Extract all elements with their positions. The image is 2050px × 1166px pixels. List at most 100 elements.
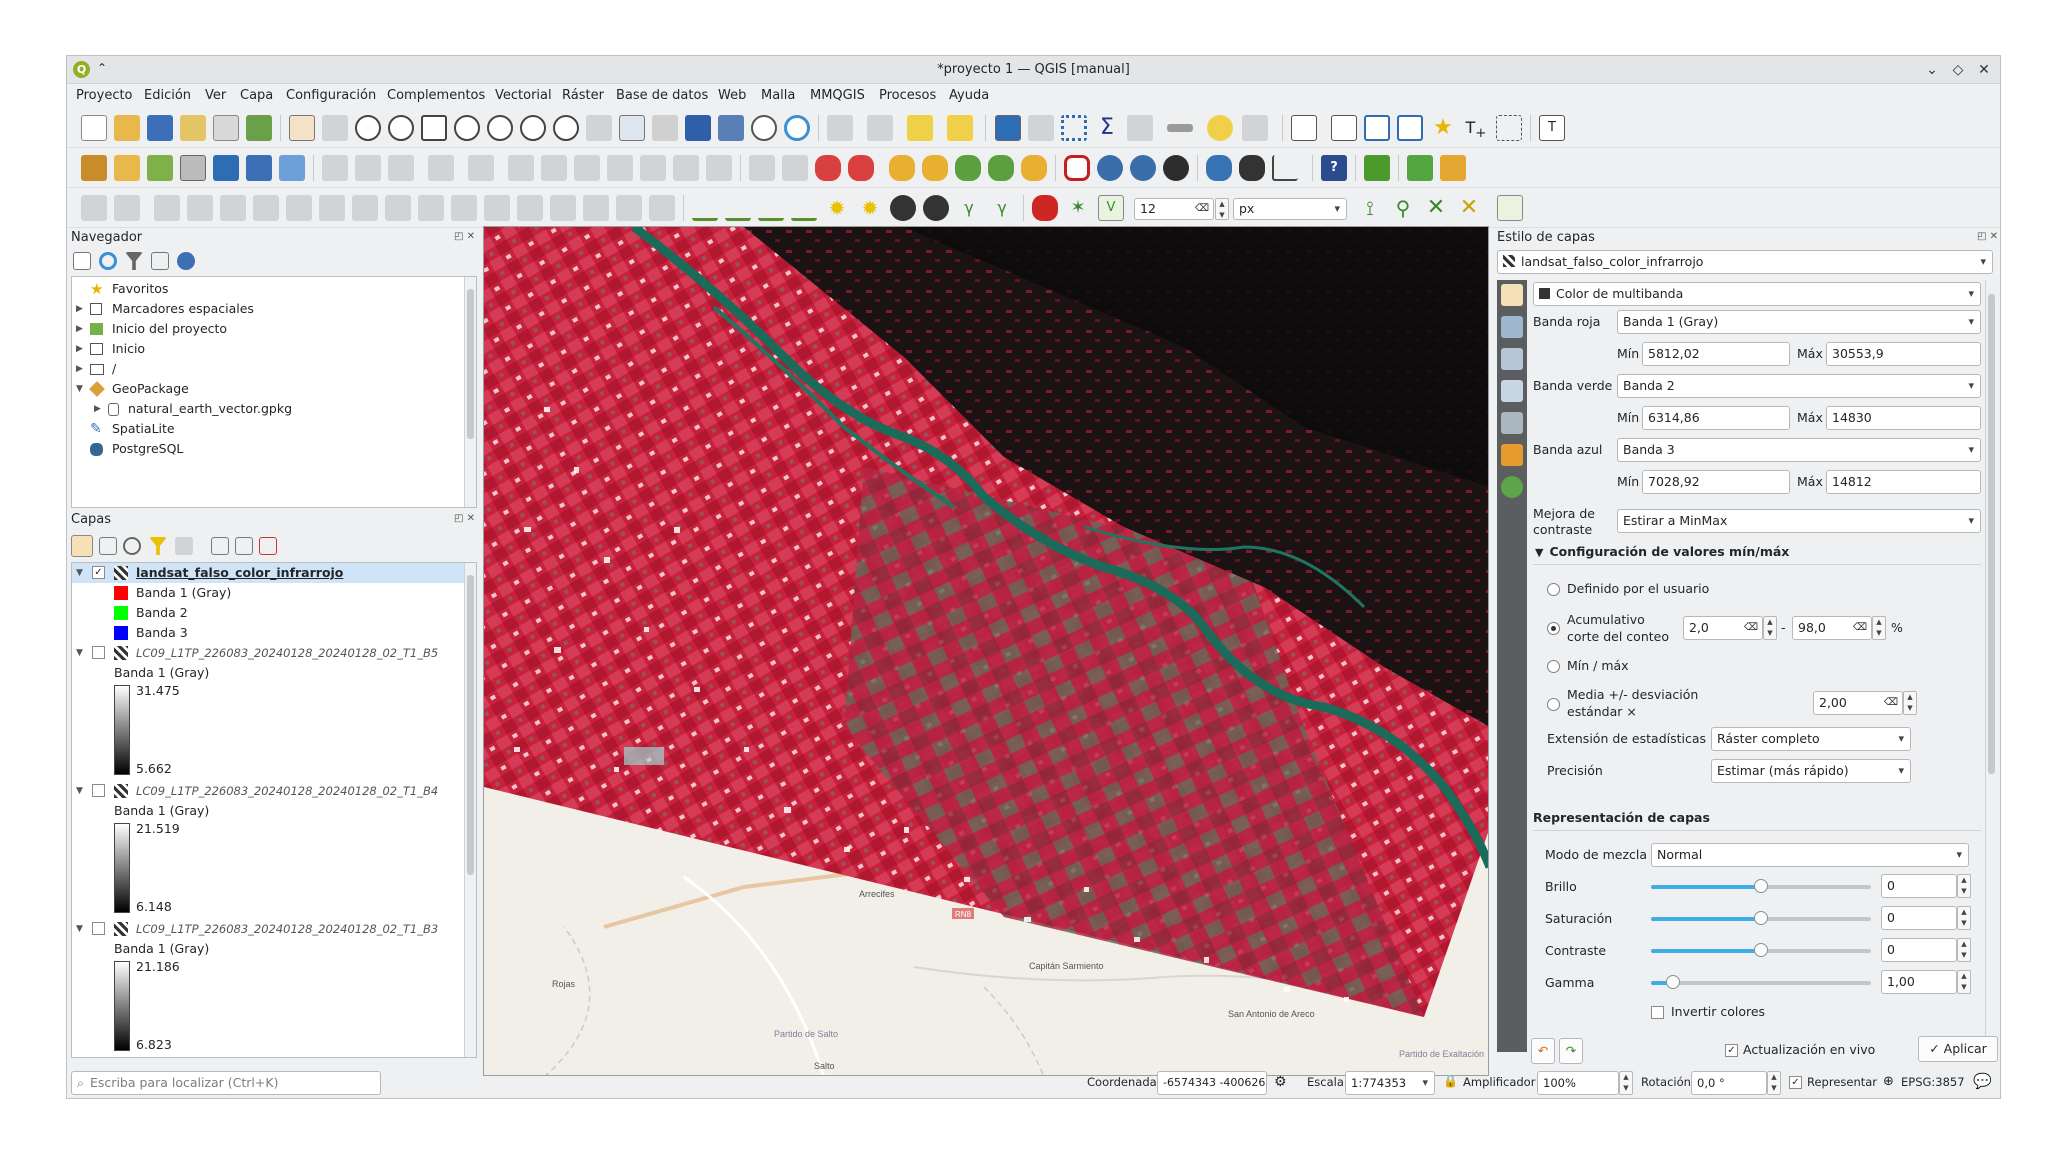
cumulative-high-input[interactable]: 98,0 ⌫	[1792, 616, 1872, 640]
topological-editing-icon[interactable]: ⟟	[1357, 195, 1383, 221]
zoom-in-icon[interactable]	[355, 115, 381, 141]
layer-row-b4[interactable]: ▼ LC09_L1TP_226083_20240128_20240128_02_T…	[72, 781, 464, 801]
close-button[interactable]: ✕	[1974, 60, 1994, 80]
red-min-input[interactable]: 5812,02	[1642, 342, 1790, 366]
reshape-features-icon[interactable]	[385, 195, 411, 221]
show-bookmarks-icon[interactable]	[718, 115, 744, 141]
menu-ver[interactable]: Ver	[205, 88, 226, 103]
saturation-input[interactable]: 0	[1881, 906, 1957, 930]
dock-float-close-icon[interactable]: ◰ ✕	[454, 231, 475, 242]
diagram-icon[interactable]	[1496, 115, 1522, 141]
zoom-native-icon[interactable]	[520, 115, 546, 141]
print-layout-icon[interactable]	[213, 115, 239, 141]
quick-search-icon[interactable]	[1407, 155, 1433, 181]
metasearch-icon[interactable]	[1097, 155, 1123, 181]
plugin-manager-icon[interactable]	[1364, 155, 1390, 181]
copy-features-icon[interactable]	[607, 155, 633, 181]
globe-icon[interactable]	[1130, 155, 1156, 181]
collapse-all-layers-icon[interactable]	[235, 537, 253, 555]
minimize-button[interactable]: ⌄	[1922, 60, 1942, 80]
contrast-slider-handle[interactable]	[1754, 943, 1768, 957]
text-annotation-icon[interactable]: T	[1539, 115, 1565, 141]
brightness-slider-handle[interactable]	[1754, 879, 1768, 893]
profile-tool-icon[interactable]	[1272, 155, 1298, 181]
stddev-input[interactable]: 2,00 ⌫	[1813, 691, 1903, 715]
reshape-icon[interactable]	[1397, 115, 1423, 141]
map-canvas[interactable]: Arrecifes RN8 Capitán Sarmiento Rojas Pa…	[483, 226, 1489, 1076]
stretch-histogram-icon[interactable]	[791, 195, 817, 221]
save-edits-icon[interactable]	[355, 155, 381, 181]
new-3d-view-icon[interactable]	[652, 115, 678, 141]
saturation-spinner[interactable]: ▲ ▼	[1957, 906, 1971, 930]
layer-row-b5[interactable]: ▼ LC09_L1TP_226083_20240128_20240128_02_T…	[72, 643, 464, 663]
radio-stddev[interactable]	[1547, 698, 1560, 711]
add-part-icon[interactable]	[253, 195, 279, 221]
new-map-view-icon[interactable]	[619, 115, 645, 141]
increase-brightness-icon[interactable]: ✹	[824, 195, 850, 221]
refresh-icon[interactable]	[784, 115, 810, 141]
nav-item-marcadores[interactable]: ▶ Marcadores espaciales	[72, 299, 452, 319]
select-location-icon[interactable]	[947, 115, 973, 141]
brightness-spinner[interactable]: ▲ ▼	[1957, 874, 1971, 898]
label-move-icon[interactable]	[889, 155, 915, 181]
statistics-icon[interactable]: Σ	[1094, 115, 1120, 141]
navigator-scrollbar[interactable]	[464, 277, 476, 507]
menu-base-de-datos[interactable]: Base de datos	[616, 88, 708, 103]
add-raster-icon[interactable]	[180, 155, 206, 181]
history-tab-icon[interactable]	[1501, 476, 1523, 498]
pan-to-selection-icon[interactable]	[322, 115, 348, 141]
saturation-slider-handle[interactable]	[1754, 911, 1768, 925]
cumulative-low-input[interactable]: 2,0 ⌫	[1683, 616, 1763, 640]
text-format-icon[interactable]: T+	[1463, 115, 1489, 141]
brightness-input[interactable]: 0	[1881, 874, 1957, 898]
contrast-input[interactable]: 0	[1881, 938, 1957, 962]
snapping-intersection-icon[interactable]: ⚲	[1390, 195, 1416, 221]
polygon-tool-icon[interactable]	[1064, 155, 1090, 181]
menu-configuracion[interactable]: Configuración	[286, 88, 376, 103]
snapping-unit-select[interactable]: px	[1233, 198, 1347, 220]
layer-row-landsat[interactable]: ▼ ✓ landsat_falso_color_infrarrojo	[72, 563, 464, 583]
redo-icon[interactable]	[706, 155, 732, 181]
menu-proyecto[interactable]: Proyecto	[76, 88, 133, 103]
apply-button[interactable]: ✓ Aplicar	[1918, 1036, 1998, 1062]
undo-icon[interactable]	[673, 155, 699, 181]
split-parts-icon[interactable]	[451, 195, 477, 221]
expand-all-icon[interactable]	[211, 537, 229, 555]
georeferencer-icon[interactable]	[1163, 155, 1189, 181]
identify-icon[interactable]	[995, 115, 1021, 141]
label-change-icon[interactable]	[988, 155, 1014, 181]
fill-ring-icon[interactable]	[286, 195, 312, 221]
zoom-last-icon[interactable]	[553, 115, 579, 141]
decrease-brightness-icon[interactable]: ✹	[857, 195, 883, 221]
locator-search-icon[interactable]	[1242, 115, 1268, 141]
delete-ring-icon[interactable]	[319, 195, 345, 221]
decrease-gamma-icon[interactable]: γ	[989, 195, 1015, 221]
paste-features-icon[interactable]	[640, 155, 666, 181]
vertex-editor-icon[interactable]	[468, 155, 494, 181]
add-vector-icon[interactable]	[147, 155, 173, 181]
open-project-icon[interactable]	[114, 115, 140, 141]
cumulative-high-spinner[interactable]: ▲ ▼	[1872, 616, 1886, 640]
label-rotate-icon[interactable]	[955, 155, 981, 181]
pyramids-tab-icon[interactable]	[1501, 412, 1523, 434]
blend-mode-select[interactable]: Normal	[1651, 843, 1969, 867]
label-tool-icon[interactable]	[1291, 115, 1317, 141]
label-pin-icon[interactable]	[815, 155, 841, 181]
filter-browser-icon[interactable]	[125, 252, 143, 270]
gamma-slider-handle[interactable]	[1666, 975, 1680, 989]
gamma-slider[interactable]	[1651, 975, 1871, 989]
save-as-icon[interactable]	[180, 115, 206, 141]
cumulative-low-spinner[interactable]: ▲ ▼	[1763, 616, 1777, 640]
zoom-selection-icon[interactable]	[454, 115, 480, 141]
layer-row-b3[interactable]: ▼ LC09_L1TP_226083_20240128_20240128_02_T…	[72, 919, 464, 939]
contrast-spinner[interactable]: ▲ ▼	[1957, 938, 1971, 962]
menu-capa[interactable]: Capa	[240, 88, 273, 103]
offset-symbols-icon[interactable]	[583, 195, 609, 221]
rotation-input[interactable]: 0,0 °	[1691, 1071, 1767, 1095]
layer-visibility-checkbox[interactable]	[92, 784, 105, 797]
clear-icon[interactable]: ⌫	[1884, 692, 1898, 714]
lock-scale-icon[interactable]: 🔒	[1443, 1074, 1458, 1088]
filter-legend-icon[interactable]	[149, 537, 167, 555]
label-options-icon[interactable]	[749, 155, 775, 181]
zoom-full-icon[interactable]	[421, 115, 447, 141]
